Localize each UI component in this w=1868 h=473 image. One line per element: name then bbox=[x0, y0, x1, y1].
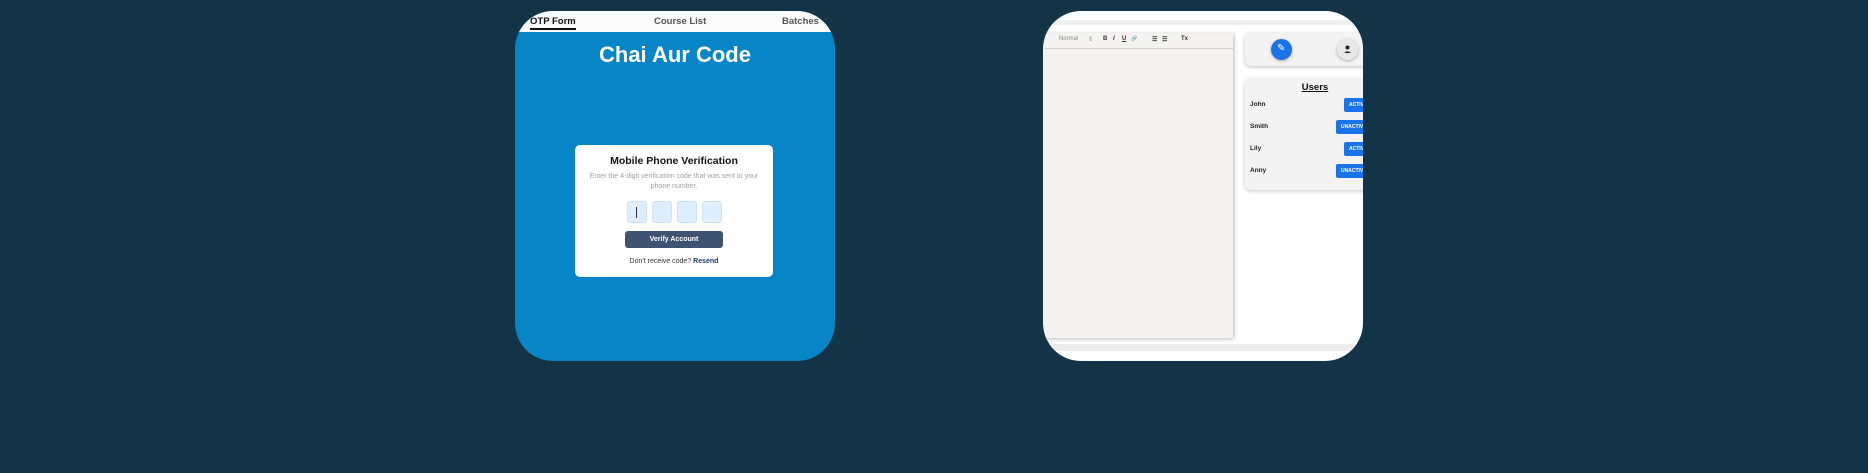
resend-prompt: Don't receive code? bbox=[629, 258, 692, 265]
format-select-arrow-icon[interactable]: ⇕ bbox=[1088, 36, 1093, 43]
otp-description: Enter the 4-digit verification code that… bbox=[589, 173, 759, 190]
pencil-icon: ✎ bbox=[1277, 43, 1286, 54]
activate-button[interactable]: ACTIVATE bbox=[1344, 142, 1363, 156]
user-name: John bbox=[1250, 101, 1266, 108]
otp-preview-card: OTP Form Course List Batches Chai Aur Co… bbox=[515, 11, 835, 361]
brand-title: Chai Aur Code bbox=[599, 42, 751, 67]
person-icon bbox=[1337, 39, 1358, 60]
text-caret bbox=[636, 207, 637, 218]
clear-format-icon[interactable]: Tx bbox=[1181, 36, 1188, 42]
user-button[interactable] bbox=[1337, 39, 1358, 60]
nav-item-course-list[interactable]: Course List bbox=[654, 16, 706, 27]
user-name: Lily bbox=[1250, 145, 1262, 152]
action-panel: ✎ bbox=[1245, 33, 1363, 66]
link-icon[interactable]: 🔗 bbox=[1131, 36, 1137, 42]
editor-preview-card: Normal ⇕ B I U 🔗 ☰ ☰ Tx ✎ Users John ACT… bbox=[1043, 11, 1363, 361]
unactivate-button[interactable]: UNACTIVATE bbox=[1336, 164, 1363, 178]
user-row: Smith UNACTIVATE bbox=[1250, 120, 1363, 134]
users-panel: Users John ACTIVATE Smith UNACTIVATE Lil… bbox=[1245, 79, 1363, 190]
activate-button[interactable]: ACTIVATE bbox=[1344, 98, 1363, 112]
nav-item-batches[interactable]: Batches bbox=[782, 16, 819, 27]
verify-account-button[interactable]: Verify Account bbox=[625, 231, 723, 248]
otp-form: Mobile Phone Verification Enter the 4-di… bbox=[575, 145, 773, 277]
bottom-divider bbox=[1043, 344, 1363, 351]
edit-button[interactable]: ✎ bbox=[1271, 39, 1292, 60]
underline-icon[interactable]: U bbox=[1122, 36, 1126, 42]
otp-digit-2[interactable] bbox=[652, 201, 672, 223]
otp-digit-4[interactable] bbox=[702, 201, 722, 223]
user-row: John ACTIVATE bbox=[1250, 98, 1363, 112]
editor-toolbar: Normal ⇕ B I U 🔗 ☰ ☰ Tx bbox=[1045, 33, 1233, 49]
user-row: Lily ACTIVATE bbox=[1250, 142, 1363, 156]
users-title: Users bbox=[1301, 82, 1329, 93]
ordered-list-icon[interactable]: ☰ bbox=[1152, 36, 1157, 43]
otp-digit-group bbox=[627, 201, 723, 224]
bold-icon[interactable]: B bbox=[1103, 36, 1107, 42]
resend-link[interactable]: Resend bbox=[693, 258, 718, 265]
user-name: Anny bbox=[1250, 167, 1267, 174]
resend-line: Don't receive code? Resend bbox=[575, 258, 773, 265]
unactivate-button[interactable]: UNACTIVATE bbox=[1336, 120, 1363, 134]
top-divider bbox=[1043, 20, 1363, 25]
format-select[interactable]: Normal bbox=[1059, 36, 1078, 42]
italic-icon[interactable]: I bbox=[1113, 36, 1115, 42]
top-nav: OTP Form Course List Batches bbox=[515, 11, 835, 32]
otp-title: Mobile Phone Verification bbox=[610, 155, 738, 167]
bullet-list-icon[interactable]: ☰ bbox=[1162, 36, 1167, 43]
otp-digit-1[interactable] bbox=[627, 201, 647, 223]
otp-digit-3[interactable] bbox=[677, 201, 697, 223]
user-name: Smith bbox=[1250, 123, 1269, 130]
user-row: Anny UNACTIVATE bbox=[1250, 164, 1363, 178]
rich-text-editor[interactable]: Normal ⇕ B I U 🔗 ☰ ☰ Tx bbox=[1045, 33, 1233, 338]
nav-item-otp-form[interactable]: OTP Form bbox=[530, 16, 576, 30]
